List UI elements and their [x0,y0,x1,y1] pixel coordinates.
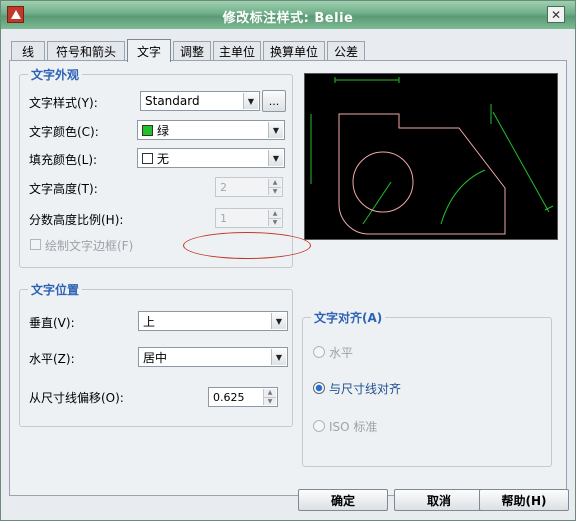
horizontal-value: 居中 [143,350,168,365]
close-icon: ✕ [550,7,562,22]
red-highlight-ellipse [183,232,311,259]
text-style-label: 文字样式(Y): [29,96,98,110]
text-alignment-title: 文字对齐(A) [311,309,386,326]
offset-value: 0.625 [213,390,245,404]
draw-frame-label: 绘制文字边框(F) [45,239,134,253]
offset-spinner[interactable]: 0.625 ▲ ▼ [208,387,278,407]
tab-tolerances[interactable]: 公差 [327,41,365,61]
tab-primary-units[interactable]: 主单位 [213,41,261,61]
fill-color-select[interactable]: 无 ▼ [137,148,285,168]
text-color-value: 绿 [157,123,170,138]
chevron-down-icon: ▼ [243,93,258,109]
dimension-line [492,111,550,213]
draw-frame-checkbox[interactable] [30,239,41,250]
text-height-label: 文字高度(T): [29,182,98,196]
spinner-arrows-icon: ▲ ▼ [268,179,281,195]
empty-color-swatch [142,152,153,164]
text-tab-panel: 文字外观 文字样式(Y): Standard ▼ ... 文字颜色(C): 绿 … [9,60,567,496]
fraction-scale-label: 分数高度比例(H): [29,213,124,227]
help-button[interactable]: 帮助(H) [479,489,569,511]
fill-color-label: 填充颜色(L): [29,153,98,167]
fraction-scale-value: 1 [220,211,227,225]
align-with-dimline-label: 与尺寸线对齐 [329,382,402,396]
offset-label: 从尺寸线偏移(O): [29,391,124,405]
chevron-down-icon: ▼ [271,349,286,365]
spinner-arrows-icon: ▲ ▼ [263,389,276,405]
green-color-swatch [142,124,153,136]
text-style-select[interactable]: Standard ▼ [140,91,260,111]
align-iso-radio[interactable] [313,420,325,432]
dimension-style-dialog: 修改标注样式: Belie ✕ 线 符号和箭头 文字 调整 主单位 换算单位 公… [0,0,576,521]
fraction-scale-spinner[interactable]: 1 ▲ ▼ [215,208,283,228]
cancel-button[interactable]: 取消 [394,489,484,511]
tab-lines[interactable]: 线 [11,41,45,61]
title-bar: 修改标注样式: Belie ✕ [1,1,575,29]
fill-color-value: 无 [157,151,170,166]
tab-fit[interactable]: 调整 [173,41,211,61]
text-height-value: 2 [220,180,227,194]
chevron-down-icon: ▼ [268,150,283,166]
part-outline [338,113,506,235]
text-placement-title: 文字位置 [28,281,83,298]
align-with-dimline-radio[interactable] [313,382,325,394]
tab-symbols-arrows[interactable]: 符号和箭头 [47,41,125,61]
text-placement-group: 文字位置 垂直(V): 上 ▼ 水平(Z): 居中 ▼ 从尺寸线偏移(O): 0… [19,281,293,427]
chevron-down-icon: ▼ [271,313,286,329]
window-title: 修改标注样式: Belie [222,11,354,26]
part-hole [352,151,414,213]
angular-dimension-arc [440,169,486,225]
radius-leader [362,181,392,225]
vertical-value: 上 [143,314,156,329]
text-color-label: 文字颜色(C): [29,125,99,139]
dimension-preview [304,73,558,240]
horizontal-label: 水平(Z): [29,352,75,366]
spinner-arrows-icon: ▲ ▼ [268,210,281,226]
vertical-label: 垂直(V): [29,316,75,330]
close-button[interactable]: ✕ [547,6,565,23]
text-style-browse-button[interactable]: ... [262,90,286,112]
align-iso-label: ISO 标准 [329,420,378,434]
text-appearance-title: 文字外观 [28,66,83,83]
align-horizontal-radio[interactable] [313,346,325,358]
vertical-select[interactable]: 上 ▼ [138,311,288,331]
preview-drawing [310,77,554,235]
text-alignment-group: 文字对齐(A) 水平 与尺寸线对齐 ISO 标准 [302,309,552,467]
text-color-select[interactable]: 绿 ▼ [137,120,285,140]
text-style-value: Standard [145,94,200,108]
align-horizontal-label: 水平 [329,346,354,360]
horizontal-select[interactable]: 居中 ▼ [138,347,288,367]
chevron-down-icon: ▼ [268,122,283,138]
ok-button[interactable]: 确定 [298,489,388,511]
tab-alternate-units[interactable]: 换算单位 [263,41,325,61]
tab-text[interactable]: 文字 [127,39,171,62]
text-height-spinner[interactable]: 2 ▲ ▼ [215,177,283,197]
